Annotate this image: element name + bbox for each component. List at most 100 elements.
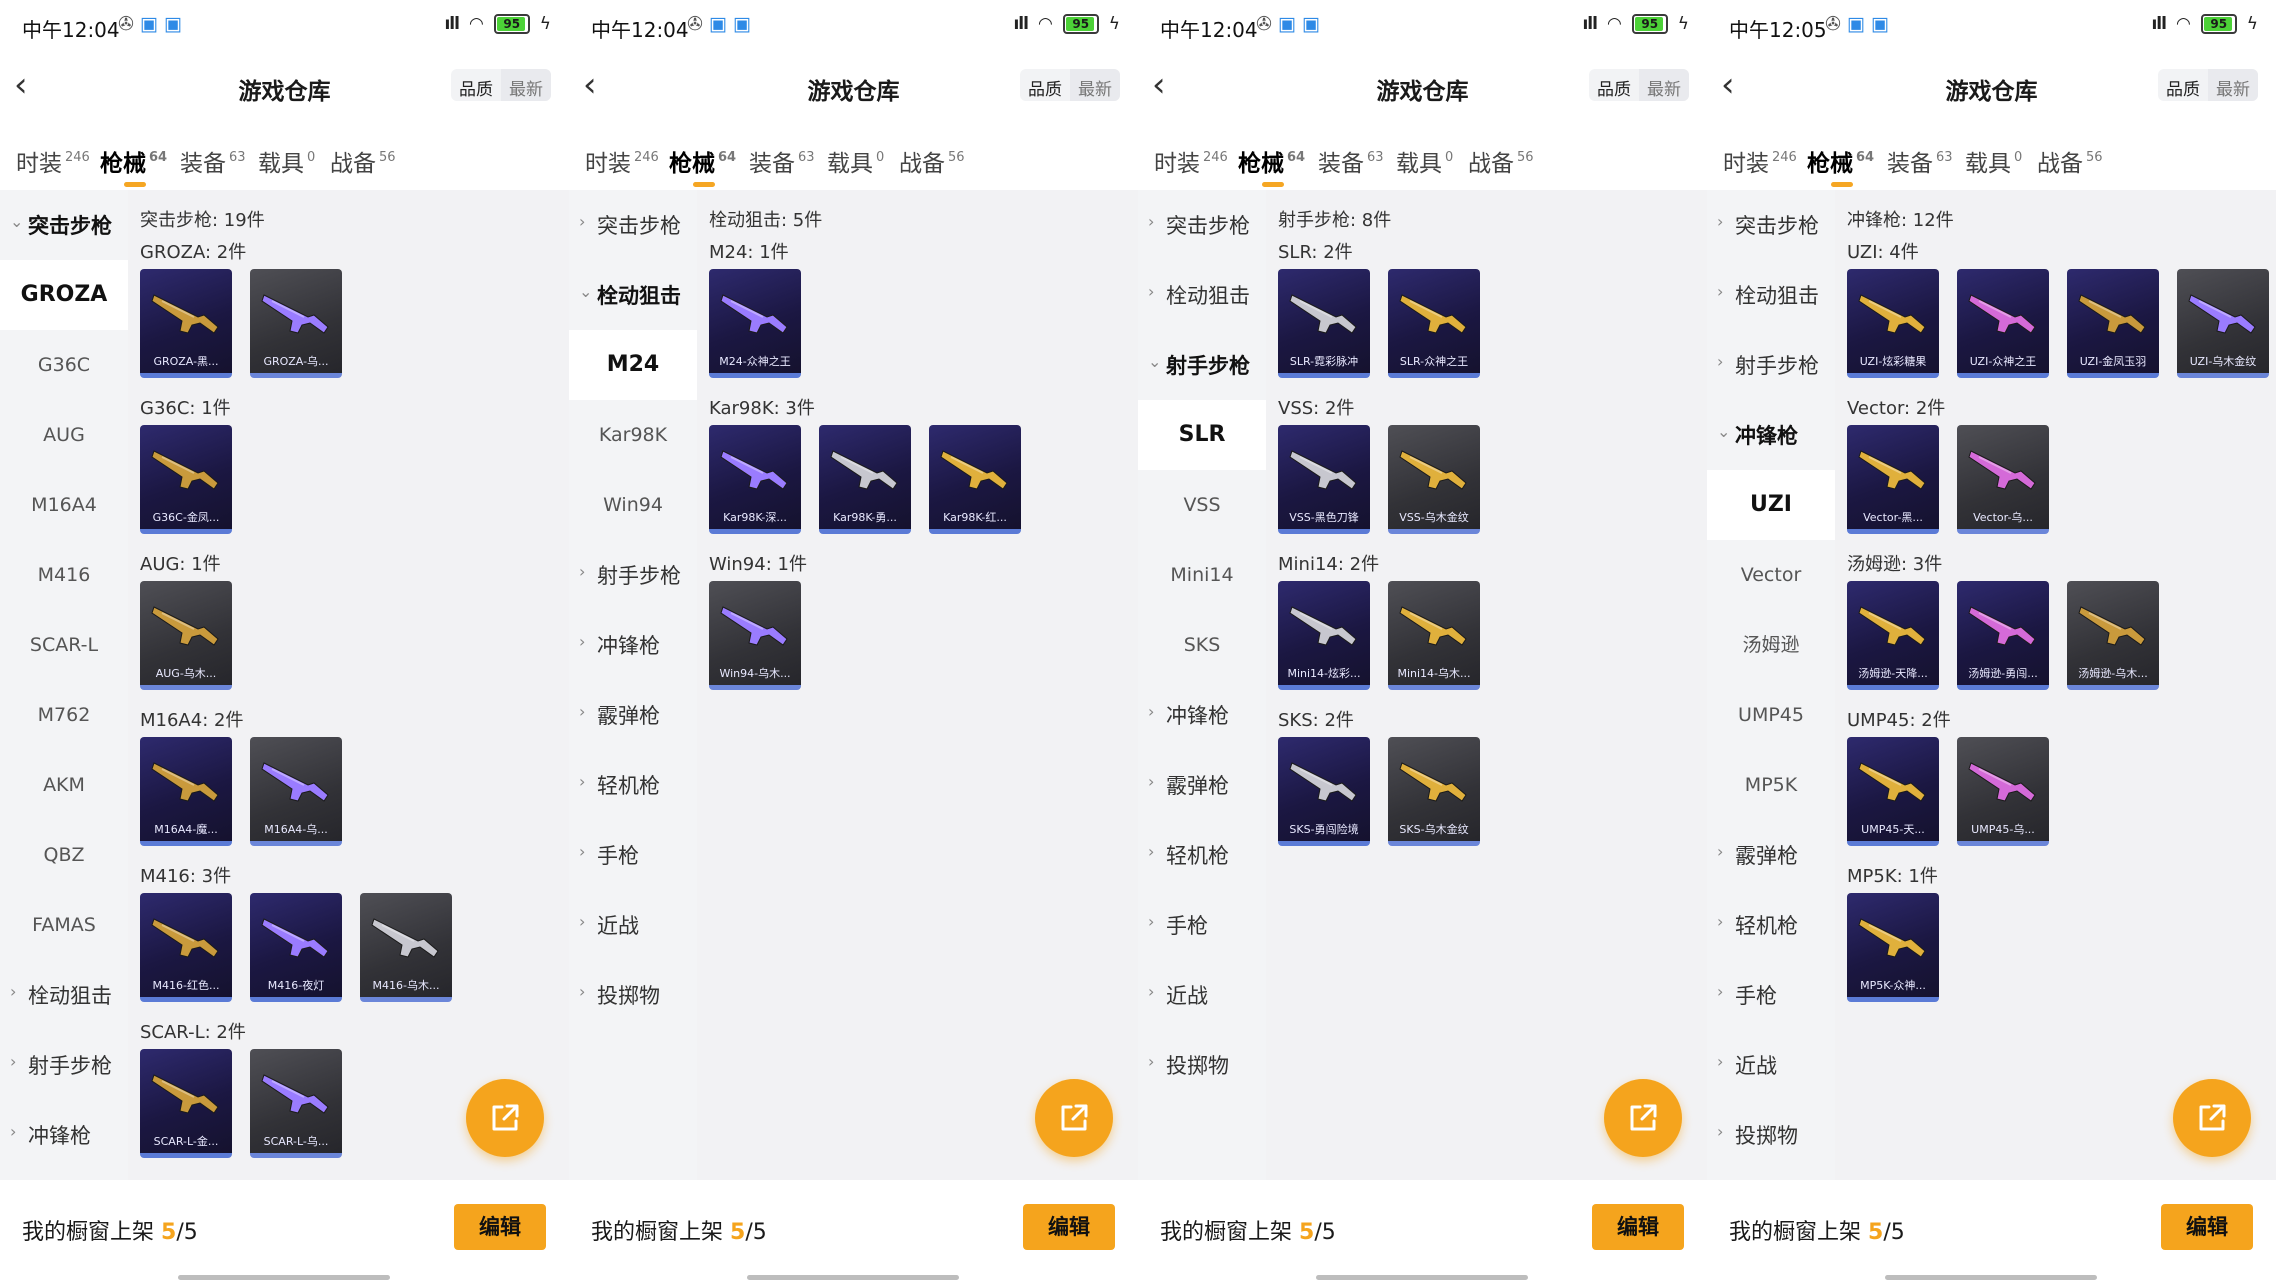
home-indicator[interactable]: [178, 1275, 390, 1280]
tab-4[interactable]: 载具 0: [827, 144, 884, 178]
sidebar-group[interactable]: ⌄ 栓动狙击: [569, 260, 697, 330]
weapon-skin-card[interactable]: VSS-黑色刀锋: [1278, 425, 1370, 534]
weapon-skin-card[interactable]: Win94-乌木...: [709, 581, 801, 690]
sidebar-item[interactable]: UMP45: [1707, 680, 1835, 750]
sidebar-group[interactable]: › 手枪: [569, 820, 697, 890]
weapon-skin-card[interactable]: M416-乌木...: [360, 893, 452, 1002]
edit-button[interactable]: 编辑: [1592, 1204, 1684, 1250]
tab-4[interactable]: 载具 0: [1396, 144, 1453, 178]
sidebar-item[interactable]: G36C: [0, 330, 128, 400]
weapon-skin-card[interactable]: M16A4-魔...: [140, 737, 232, 846]
weapon-skin-card[interactable]: M24-众神之王: [709, 269, 801, 378]
weapon-skin-card[interactable]: UMP45-天...: [1847, 737, 1939, 846]
tab-5[interactable]: 战备 56: [1468, 144, 1534, 178]
sidebar-group[interactable]: › 近战: [1138, 960, 1266, 1030]
sidebar-item[interactable]: AUG: [0, 400, 128, 470]
sidebar-group[interactable]: ⌄ 突击步枪: [0, 190, 128, 260]
weapon-skin-card[interactable]: M16A4-乌...: [250, 737, 342, 846]
sidebar-group[interactable]: › 手枪: [1138, 890, 1266, 960]
sort-toggle[interactable]: 品质 最新: [1020, 69, 1120, 101]
edit-button[interactable]: 编辑: [2161, 1204, 2253, 1250]
sidebar-group[interactable]: › 手枪: [1707, 960, 1835, 1030]
weapon-skin-card[interactable]: SCAR-L-金...: [140, 1049, 232, 1158]
sidebar-item[interactable]: Win94: [569, 470, 697, 540]
tab-2[interactable]: 枪械 64: [669, 144, 736, 187]
sidebar-item[interactable]: Vector: [1707, 540, 1835, 610]
weapon-skin-card[interactable]: MP5K-众神...: [1847, 893, 1939, 1002]
sort-toggle[interactable]: 品质 最新: [2158, 69, 2258, 101]
sidebar-item[interactable]: M24: [569, 330, 697, 400]
sidebar-group[interactable]: › 轻机枪: [1138, 820, 1266, 890]
tab-5[interactable]: 战备 56: [899, 144, 965, 178]
sidebar-group[interactable]: › 投掷物: [1707, 1100, 1835, 1170]
weapon-skin-card[interactable]: SKS-乌木金纹: [1388, 737, 1480, 846]
sidebar-group[interactable]: › 霰弹枪: [569, 680, 697, 750]
sidebar-item[interactable]: UZI: [1707, 470, 1835, 540]
sidebar-item[interactable]: M16A4: [0, 470, 128, 540]
tab-2[interactable]: 枪械 64: [1807, 144, 1874, 187]
sidebar-group[interactable]: › 霰弹枪: [1138, 750, 1266, 820]
sort-newest-option[interactable]: 最新: [501, 69, 551, 101]
weapon-skin-card[interactable]: 汤姆逊-乌木...: [2067, 581, 2159, 690]
sort-quality-option[interactable]: 品质: [451, 69, 501, 101]
sidebar-group[interactable]: › 射手步枪: [1707, 330, 1835, 400]
sort-toggle[interactable]: 品质 最新: [1589, 69, 1689, 101]
sidebar-group[interactable]: ⌄ 冲锋枪: [1707, 400, 1835, 470]
weapon-skin-card[interactable]: 汤姆逊-天降...: [1847, 581, 1939, 690]
sidebar-item[interactable]: M762: [0, 680, 128, 750]
sidebar-group[interactable]: ⌄ 射手步枪: [1138, 330, 1266, 400]
tab-3[interactable]: 装备 63: [749, 144, 815, 178]
weapon-skin-card[interactable]: G36C-金凤...: [140, 425, 232, 534]
weapon-skin-card[interactable]: VSS-乌木金纹: [1388, 425, 1480, 534]
sidebar-item[interactable]: AKM: [0, 750, 128, 820]
sidebar-item[interactable]: Mini14: [1138, 540, 1266, 610]
weapon-skin-card[interactable]: M416-夜灯: [250, 893, 342, 1002]
home-indicator[interactable]: [1316, 1275, 1528, 1280]
weapon-skin-card[interactable]: UZI-众神之王: [1957, 269, 2049, 378]
share-button[interactable]: [2173, 1079, 2251, 1157]
sort-newest-option[interactable]: 最新: [1639, 69, 1689, 101]
tab-5[interactable]: 战备 56: [2037, 144, 2103, 178]
weapon-skin-card[interactable]: SKS-勇闯险境: [1278, 737, 1370, 846]
sidebar-group[interactable]: › 近战: [569, 890, 697, 960]
sidebar-item[interactable]: SLR: [1138, 400, 1266, 470]
share-button[interactable]: [1604, 1079, 1682, 1157]
weapon-skin-card[interactable]: SLR-众神之王: [1388, 269, 1480, 378]
home-indicator[interactable]: [747, 1275, 959, 1280]
tab-3[interactable]: 装备 63: [1887, 144, 1953, 178]
sidebar-item[interactable]: QBZ: [0, 820, 128, 890]
sidebar-group[interactable]: › 轻机枪: [1707, 890, 1835, 960]
sidebar-group[interactable]: › 栓动狙击: [1707, 260, 1835, 330]
tab-1[interactable]: 时装 246: [585, 144, 659, 178]
sidebar-group[interactable]: › 冲锋枪: [0, 1100, 128, 1170]
sidebar-item[interactable]: 汤姆逊: [1707, 610, 1835, 680]
weapon-skin-card[interactable]: SCAR-L-乌...: [250, 1049, 342, 1158]
sidebar-group[interactable]: › 投掷物: [1138, 1030, 1266, 1100]
sidebar-group[interactable]: › 霰弹枪: [1707, 820, 1835, 890]
sidebar-item[interactable]: VSS: [1138, 470, 1266, 540]
sidebar-item[interactable]: MP5K: [1707, 750, 1835, 820]
sidebar-group[interactable]: › 轻机枪: [569, 750, 697, 820]
weapon-skin-card[interactable]: UZI-乌木金纹: [2177, 269, 2269, 378]
sidebar-item[interactable]: GROZA: [0, 260, 128, 330]
sort-newest-option[interactable]: 最新: [2208, 69, 2258, 101]
weapon-skin-card[interactable]: AUG-乌木...: [140, 581, 232, 690]
sidebar-item[interactable]: Kar98K: [569, 400, 697, 470]
tab-1[interactable]: 时装 246: [1154, 144, 1228, 178]
sidebar-group[interactable]: › 突击步枪: [569, 190, 697, 260]
weapon-skin-card[interactable]: Mini14-炫彩...: [1278, 581, 1370, 690]
share-button[interactable]: [466, 1079, 544, 1157]
sort-toggle[interactable]: 品质 最新: [451, 69, 551, 101]
sidebar-group[interactable]: › 突击步枪: [1707, 190, 1835, 260]
weapon-skin-card[interactable]: Kar98K-深...: [709, 425, 801, 534]
sidebar-group[interactable]: › 冲锋枪: [1138, 680, 1266, 750]
weapon-skin-card[interactable]: GROZA-黑...: [140, 269, 232, 378]
sidebar-group[interactable]: › 冲锋枪: [569, 610, 697, 680]
weapon-skin-card[interactable]: Mini14-乌木...: [1388, 581, 1480, 690]
sort-quality-option[interactable]: 品质: [1020, 69, 1070, 101]
sidebar-item[interactable]: M416: [0, 540, 128, 610]
sidebar-group[interactable]: › 投掷物: [569, 960, 697, 1030]
weapon-skin-card[interactable]: UZI-金凤玉羽: [2067, 269, 2159, 378]
home-indicator[interactable]: [1885, 1275, 2097, 1280]
tab-4[interactable]: 载具 0: [258, 144, 315, 178]
